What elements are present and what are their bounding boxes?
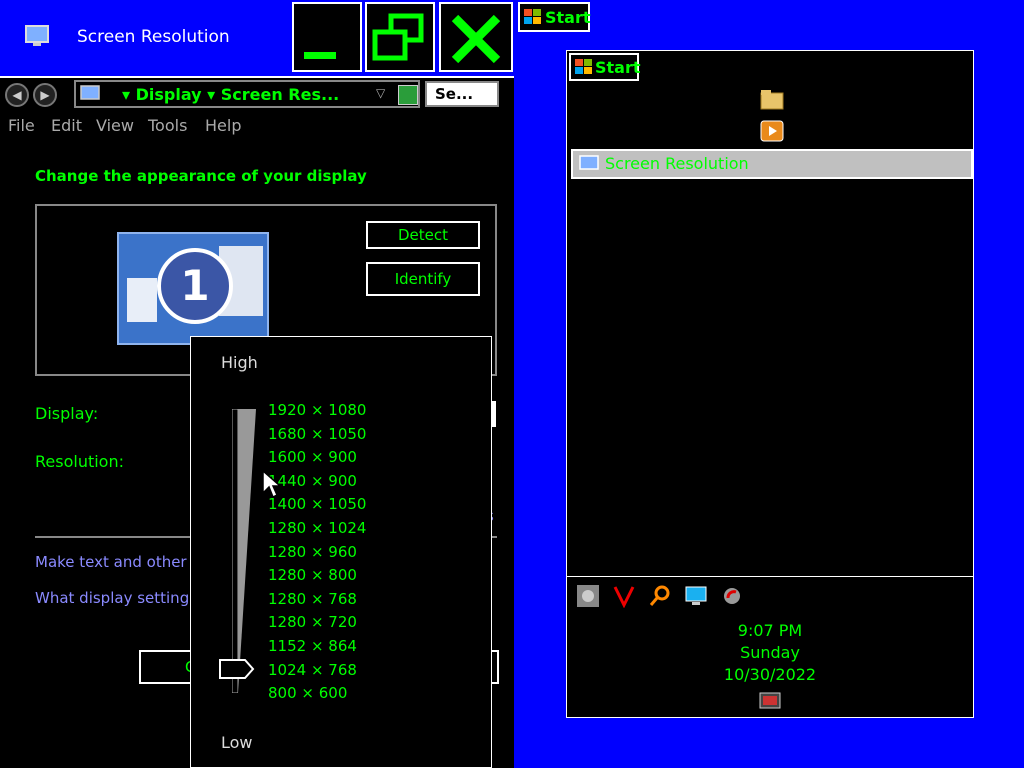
resolution-option[interactable]: 1680 × 1050: [268, 425, 366, 443]
menu-view[interactable]: View: [96, 116, 134, 135]
address-text: ▾ Display ▾ Screen Res...: [122, 85, 340, 104]
detect-button[interactable]: Detect: [366, 221, 480, 249]
resolution-option[interactable]: 1600 × 900: [268, 448, 357, 466]
tray-time[interactable]: 9:07 PM: [567, 621, 973, 640]
resolution-option[interactable]: 800 × 600: [268, 684, 347, 702]
display-settings-help-link[interactable]: What display settings: [35, 589, 197, 607]
show-desktop-icon[interactable]: [759, 691, 781, 711]
resolution-slider-thumb[interactable]: [219, 659, 259, 679]
menu-tools[interactable]: Tools: [148, 116, 187, 135]
menu-edit[interactable]: Edit: [51, 116, 82, 135]
minimize-icon: [304, 52, 336, 59]
antivirus-icon[interactable]: [612, 584, 636, 608]
windows-logo-icon: [524, 9, 541, 24]
windows-logo-icon: [575, 59, 592, 74]
search-placeholder: Se...: [435, 85, 474, 103]
display-icon: [579, 155, 599, 170]
address-bar[interactable]: ▾ Display ▾ Screen Res... ▽: [74, 80, 420, 108]
high-label: High: [221, 353, 258, 372]
title-bar[interactable]: Screen Resolution: [0, 0, 514, 76]
start-button[interactable]: Start: [518, 2, 591, 32]
back-button[interactable]: ◀: [5, 83, 29, 107]
folder-icon[interactable]: [759, 87, 785, 111]
restore-icon: [372, 13, 424, 61]
display-dropdown-edge[interactable]: [492, 401, 496, 427]
tray-date: 10/30/2022: [723, 665, 817, 684]
display-icon: [25, 25, 49, 46]
chevron-down-icon[interactable]: ▽: [376, 86, 385, 100]
volume-icon[interactable]: [720, 584, 744, 608]
resolution-slider-popup: High 1920 × 1080 1680 × 1050 1600 × 900 144…: [190, 336, 492, 768]
navigation-bar: ◀ ▶ ▾ Display ▾ Screen Res... ▽ Se...: [0, 76, 514, 112]
resolution-slider-track[interactable]: [232, 409, 256, 693]
monitor-number: 1: [157, 248, 233, 324]
start-menu-button[interactable]: Start: [569, 53, 641, 81]
start-menu-item-label: Screen Resolution: [605, 154, 749, 173]
search-icon[interactable]: [648, 584, 672, 608]
media-player-icon[interactable]: [759, 119, 785, 143]
tray-day: Sunday: [740, 643, 800, 662]
menu-file[interactable]: File: [8, 116, 35, 135]
resolution-option[interactable]: 1280 × 768: [268, 590, 357, 608]
close-button[interactable]: [439, 2, 513, 72]
refresh-icon[interactable]: [398, 85, 418, 105]
resolution-option[interactable]: 1920 × 1080: [268, 401, 366, 419]
text-size-link[interactable]: Make text and other i: [35, 553, 196, 571]
identify-button[interactable]: Identify: [366, 262, 480, 296]
start-label: Start: [545, 8, 591, 27]
resolution-option[interactable]: 1024 × 768: [268, 661, 357, 679]
start-menu-item-screen-resolution[interactable]: Screen Resolution: [571, 149, 973, 179]
resolution-option[interactable]: 1280 × 800: [268, 566, 357, 584]
low-label: Low: [221, 733, 253, 752]
window-title: Screen Resolution: [77, 27, 230, 47]
search-box[interactable]: Se...: [425, 81, 499, 107]
start-label: Start: [595, 58, 641, 77]
close-icon: [451, 14, 501, 64]
resolution-option[interactable]: 1152 × 864: [268, 637, 357, 655]
page-heading: Change the appearance of your display: [35, 167, 367, 185]
network-icon[interactable]: [684, 584, 708, 608]
restore-button[interactable]: [365, 2, 435, 72]
menu-help[interactable]: Help: [205, 116, 241, 135]
display-label: Display:: [35, 404, 99, 423]
resolution-option[interactable]: 1280 × 1024: [268, 519, 366, 537]
monitor-thumbnail[interactable]: 1: [117, 232, 269, 345]
forward-button[interactable]: ▶: [33, 83, 57, 107]
resolution-option[interactable]: 1280 × 720: [268, 613, 357, 631]
menu-bar: File Edit View Tools Help: [0, 112, 514, 140]
display-icon: [80, 85, 100, 100]
start-menu-panel: Start Screen Resolution 9:07 PM Sunday 1…: [566, 50, 974, 718]
mouse-cursor-icon: [262, 469, 282, 499]
window-graphic: [127, 278, 157, 322]
resolution-label: Resolution:: [35, 452, 124, 471]
minimize-button[interactable]: [292, 2, 362, 72]
resolution-option[interactable]: 1280 × 960: [268, 543, 357, 561]
photo-icon[interactable]: [576, 584, 600, 608]
